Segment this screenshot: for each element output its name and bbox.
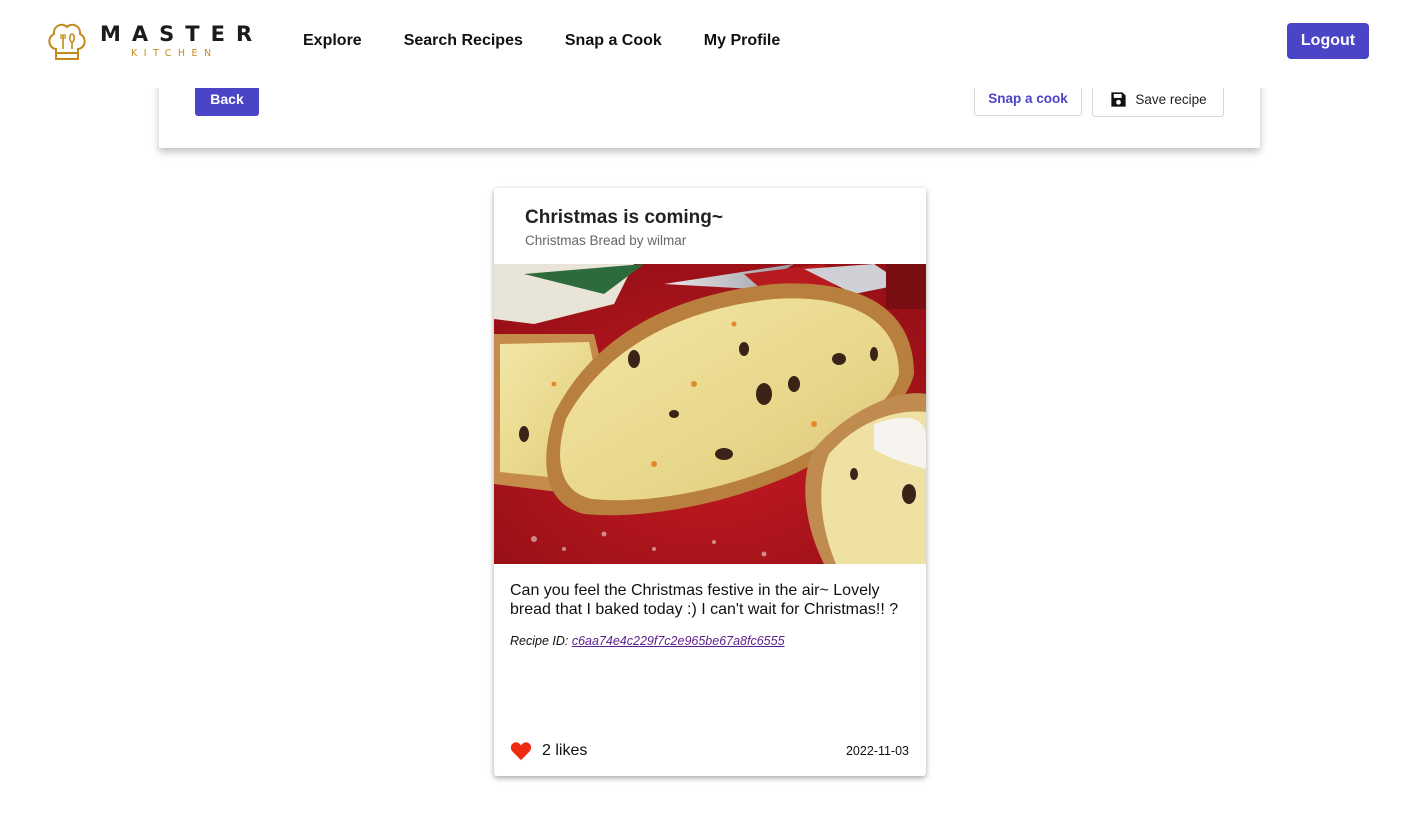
heart-icon[interactable] (510, 741, 532, 761)
recipe-description: Can you feel the Christmas festive in th… (510, 582, 899, 618)
recipe-id-line: Recipe ID: c6aa74e4c229f7c2e965be67a8fc6… (510, 634, 785, 648)
nav-snap-a-cook[interactable]: Snap a Cook (565, 31, 662, 50)
nav-search-recipes[interactable]: Search Recipes (404, 31, 523, 50)
likes-count: 2 likes (542, 742, 588, 759)
recipe-photo (494, 264, 926, 564)
logout-button[interactable]: Logout (1287, 23, 1369, 59)
logo-wordmark: MASTER (100, 22, 264, 46)
master-kitchen-logo[interactable]: MASTER KITCHEN (46, 19, 263, 63)
floppy-disk-icon (1109, 90, 1128, 109)
nav-explore[interactable]: Explore (303, 31, 362, 50)
recipe-id-label: Recipe ID: (510, 634, 569, 648)
recipe-card: Christmas is coming~ Christmas Bread by … (494, 188, 926, 776)
recipe-subtitle: Christmas Bread by wilmar (525, 233, 687, 248)
save-recipe-label: Save recipe (1135, 91, 1207, 107)
logo-tagline: KITCHEN (131, 48, 218, 59)
likes-section: 2 likes (510, 741, 587, 761)
recipe-title: Christmas is coming~ (525, 207, 723, 228)
recipe-date: 2022-11-03 (845, 744, 909, 758)
chef-hat-icon (46, 19, 88, 63)
nav-my-profile[interactable]: My Profile (704, 31, 780, 50)
top-navbar: MASTER KITCHEN Explore Search Recipes Sn… (0, 0, 1414, 88)
main-nav: Explore Search Recipes Snap a Cook My Pr… (303, 31, 822, 50)
recipe-id-link[interactable]: c6aa74e4c229f7c2e965be67a8fc6555 (572, 634, 785, 648)
